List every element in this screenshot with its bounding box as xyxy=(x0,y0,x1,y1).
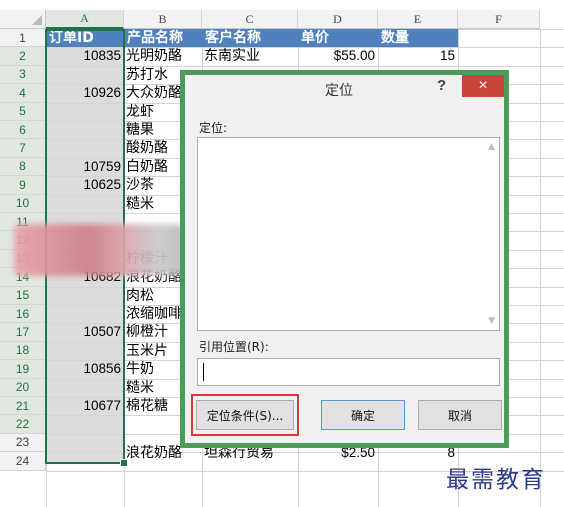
header-cell-price[interactable]: 单价 xyxy=(298,29,378,48)
scroll-down-icon[interactable]: ▼ xyxy=(488,316,495,326)
fill-handle[interactable] xyxy=(120,459,128,467)
header-cell-customer[interactable]: 客户名称 xyxy=(202,29,298,48)
row-header[interactable]: 2 xyxy=(0,47,46,66)
cell-product[interactable]: 光明奶酪 xyxy=(124,47,202,65)
watermark: 最需教育 xyxy=(446,467,546,493)
row-header[interactable]: 19 xyxy=(0,360,46,379)
dialog-titlebar[interactable]: 定位 ? × xyxy=(185,75,504,105)
header-cell-product[interactable]: 产品名称 xyxy=(124,29,202,48)
reference-label: 引用位置(R): xyxy=(199,340,269,354)
column-header[interactable]: B xyxy=(124,10,202,29)
row-header[interactable]: 21 xyxy=(0,397,46,416)
column-header[interactable]: F xyxy=(458,10,540,29)
row-header[interactable]: 1 xyxy=(0,29,46,48)
cell-price[interactable]: $55.00 xyxy=(298,47,378,65)
blurred-region xyxy=(14,224,184,276)
row-header[interactable]: 16 xyxy=(0,305,46,324)
row-header[interactable]: 22 xyxy=(0,415,46,434)
cell-customer[interactable]: 东南实业 xyxy=(202,47,298,65)
row-header[interactable]: 20 xyxy=(0,378,46,397)
row-header[interactable]: 23 xyxy=(0,433,46,453)
goto-dialog: 定位 ? × 定位: ▲ ▼ 引用位置(R): 定位条件(S)... 确定 取消 xyxy=(180,70,509,448)
row-header[interactable]: 18 xyxy=(0,341,46,361)
close-icon: × xyxy=(478,77,488,94)
row-header[interactable]: 6 xyxy=(0,121,46,140)
row-header[interactable]: 5 xyxy=(0,102,46,121)
scroll-up-icon[interactable]: ▲ xyxy=(488,142,495,152)
cancel-button[interactable]: 取消 xyxy=(418,400,502,430)
special-button-highlight xyxy=(191,394,299,436)
column-header[interactable]: A xyxy=(46,10,124,29)
row-header[interactable]: 9 xyxy=(0,176,46,195)
dialog-title: 定位 xyxy=(325,83,353,99)
reference-input[interactable] xyxy=(197,358,500,386)
select-all-corner[interactable] xyxy=(0,10,46,29)
goto-listbox[interactable]: ▲ ▼ xyxy=(197,137,500,331)
close-button[interactable]: × xyxy=(462,75,504,97)
text-caret xyxy=(203,363,204,381)
cell-qty[interactable]: 15 xyxy=(378,47,458,65)
row-header[interactable]: 3 xyxy=(0,65,46,85)
help-icon[interactable]: ? xyxy=(437,77,446,94)
column-header[interactable]: C xyxy=(202,10,298,29)
row-header[interactable]: 17 xyxy=(0,323,46,342)
grid-col-line xyxy=(540,29,541,507)
row-header[interactable]: 4 xyxy=(0,84,46,103)
row-header[interactable]: 15 xyxy=(0,286,46,305)
column-header[interactable]: E xyxy=(378,10,458,29)
row-header[interactable]: 24 xyxy=(0,452,46,471)
column-header[interactable]: D xyxy=(298,10,378,29)
ok-button[interactable]: 确定 xyxy=(321,400,405,430)
goto-label: 定位: xyxy=(199,121,228,135)
row-header[interactable]: 10 xyxy=(0,194,46,213)
row-header[interactable]: 8 xyxy=(0,157,46,177)
header-cell-qty[interactable]: 数量 xyxy=(378,29,458,48)
row-header[interactable]: 7 xyxy=(0,139,46,158)
